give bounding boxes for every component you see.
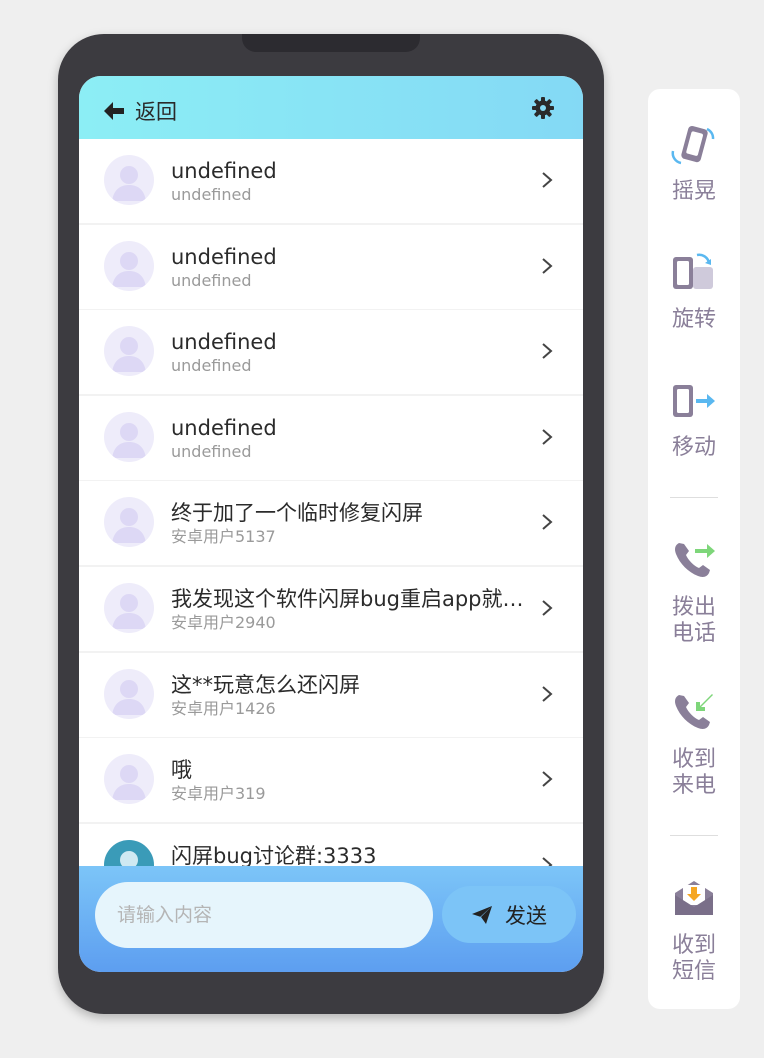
phone-notch	[242, 34, 420, 52]
call-out-button[interactable]: 拨出 电话	[648, 535, 740, 647]
rotate-button[interactable]: 旋转	[648, 249, 740, 333]
gear-icon	[532, 97, 554, 119]
rotate-label: 旋转	[671, 307, 716, 332]
chevron-right-icon	[542, 685, 553, 702]
avatar	[104, 497, 154, 548]
message-title: 我发现这个软件闪屏bug重启app就好了	[171, 586, 531, 611]
list-item[interactable]: undefined undefined	[79, 310, 583, 395]
message-author: undefined	[171, 356, 252, 376]
call-in-label-line1: 收到	[671, 747, 716, 772]
divider	[670, 497, 718, 498]
phone-outgoing-icon	[675, 543, 715, 577]
shake-label: 摇晃	[671, 179, 716, 204]
call-out-label-line1: 拨出	[671, 595, 716, 620]
paper-plane-icon	[472, 905, 492, 924]
device-control-panel: 摇晃 旋转 移动 拨出 电话 收到 来电 收到 短信	[648, 89, 740, 1009]
list-item[interactable]: 终于加了一个临时修复闪屏 安卓用户5137	[79, 481, 583, 566]
back-label: 返回	[135, 100, 177, 124]
chevron-right-icon	[542, 771, 553, 787]
sms-label-line1: 收到	[671, 933, 716, 958]
avatar	[104, 326, 154, 377]
message-author: undefined	[171, 185, 252, 204]
phone-incoming-icon	[675, 694, 713, 729]
user-placeholder-icon	[112, 337, 146, 373]
message-title: 这**玩意怎么还闪屏	[171, 672, 360, 697]
chevron-right-icon	[542, 514, 553, 531]
chevron-right-icon	[542, 429, 553, 445]
avatar	[104, 582, 154, 633]
move-icon	[673, 385, 715, 417]
message-author: 安卓用户319	[171, 784, 266, 804]
divider	[670, 835, 718, 836]
send-label: 发送	[505, 903, 547, 928]
user-placeholder-icon	[112, 679, 146, 715]
message-author: undefined	[171, 270, 252, 290]
call-in-button[interactable]: 收到 来电	[648, 687, 740, 799]
message-title: 终于加了一个临时修复闪屏	[171, 501, 423, 526]
user-photo-icon	[104, 839, 154, 866]
chevron-right-icon	[542, 343, 553, 359]
back-button[interactable]: 返回	[103, 96, 177, 126]
chevron-right-icon	[542, 172, 553, 188]
message-list[interactable]: undefined undefined undefined undefined …	[79, 139, 583, 866]
shake-icon	[671, 125, 715, 165]
composer-bar: 发送	[79, 866, 583, 972]
list-item[interactable]: 我发现这个软件闪屏bug重启app就好了 安卓用户2940	[79, 566, 583, 651]
message-input[interactable]	[95, 882, 433, 948]
settings-button[interactable]	[531, 96, 555, 120]
user-placeholder-icon	[112, 765, 146, 801]
message-author: 安卓用户1426	[171, 698, 276, 718]
envelope-download-icon	[675, 881, 713, 915]
rotate-icon	[673, 253, 713, 289]
avatar	[104, 240, 154, 291]
message-title: undefined	[171, 330, 277, 355]
list-item[interactable]: 闪屏bug讨论群:3333	[79, 823, 583, 866]
message-author: 安卓用户2940	[171, 612, 276, 632]
avatar	[104, 155, 154, 205]
call-out-label-line2: 电话	[671, 621, 716, 646]
chevron-right-icon	[542, 257, 553, 274]
user-placeholder-icon	[112, 593, 146, 629]
arrow-left-icon	[104, 102, 124, 120]
chevron-right-icon	[542, 600, 553, 616]
message-title: undefined	[171, 159, 277, 183]
avatar	[104, 839, 154, 866]
user-placeholder-icon	[112, 166, 146, 201]
move-label: 移动	[671, 435, 716, 460]
user-placeholder-icon	[112, 422, 146, 458]
message-title: 哦	[171, 758, 192, 783]
sms-label-line2: 短信	[671, 959, 716, 984]
list-item[interactable]: undefined undefined	[79, 395, 583, 480]
chevron-right-icon	[542, 856, 553, 866]
phone-frame: 返回 undefined undefined undefined undefin…	[58, 34, 604, 1014]
list-item[interactable]: undefined undefined	[79, 224, 583, 309]
message-author: 安卓用户5137	[171, 527, 276, 547]
sms-button[interactable]: 收到 短信	[648, 873, 740, 985]
phone-screen: 返回 undefined undefined undefined undefin…	[79, 76, 583, 972]
user-placeholder-icon	[112, 508, 146, 544]
top-bar: 返回	[79, 76, 583, 139]
list-item[interactable]: undefined undefined	[79, 139, 583, 223]
send-button[interactable]: 发送	[442, 886, 576, 943]
avatar	[104, 754, 154, 805]
user-placeholder-icon	[112, 251, 146, 287]
list-item[interactable]: 这**玩意怎么还闪屏 安卓用户1426	[79, 652, 583, 737]
shake-button[interactable]: 摇晃	[648, 121, 740, 205]
avatar	[104, 668, 154, 719]
message-title: undefined	[171, 415, 277, 440]
message-title: 闪屏bug讨论群:3333	[171, 843, 377, 866]
call-in-label-line2: 来电	[671, 773, 716, 798]
avatar	[104, 411, 154, 462]
list-item[interactable]: 哦 安卓用户319	[79, 738, 583, 823]
move-button[interactable]: 移动	[648, 377, 740, 461]
message-title: undefined	[171, 244, 277, 269]
message-author: undefined	[171, 441, 252, 461]
